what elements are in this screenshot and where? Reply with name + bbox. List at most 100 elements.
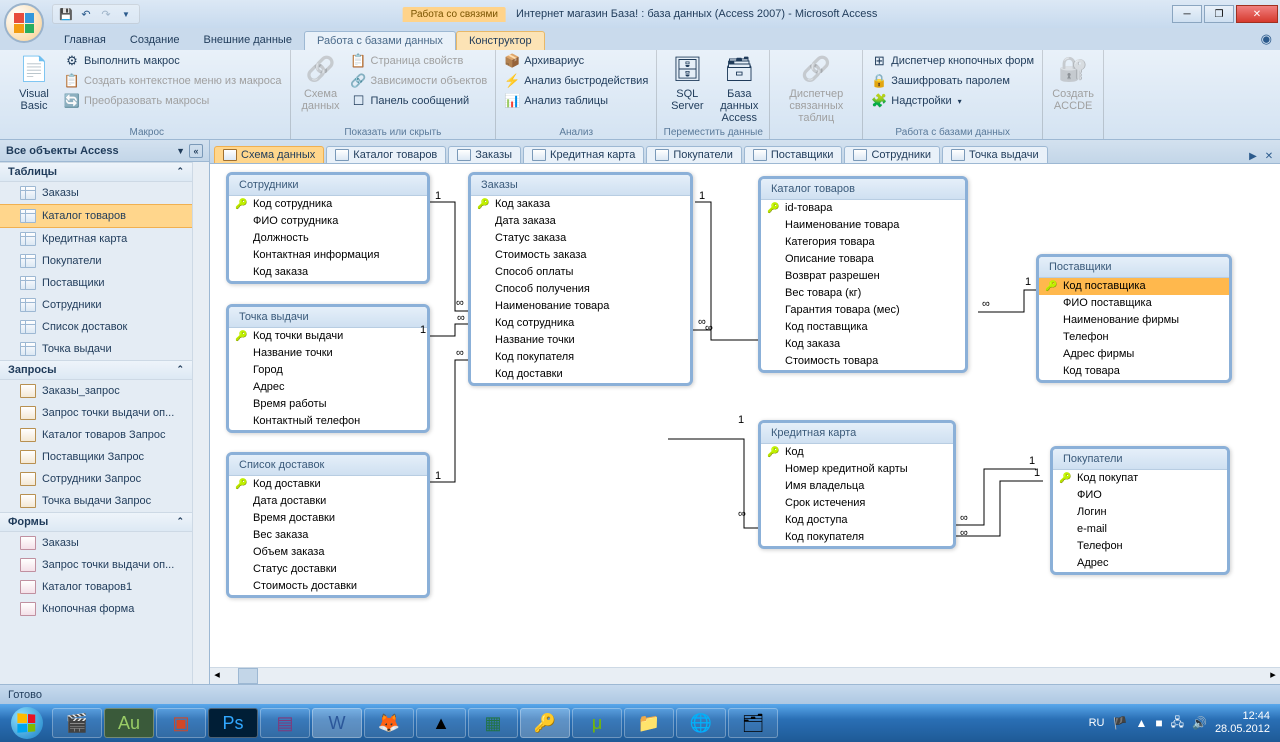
tab-scroll-icon[interactable]: ▶	[1246, 149, 1260, 163]
tray-clock[interactable]: 12:4428.05.2012	[1215, 710, 1270, 736]
nav-item[interactable]: Покупатели	[0, 250, 192, 272]
table-field[interactable]: Код доставки	[471, 366, 690, 383]
table-field[interactable]: Код	[761, 444, 953, 461]
table-field[interactable]: Возврат разрешен	[761, 268, 965, 285]
addins-button[interactable]: 🧩Надстройки▾	[869, 92, 1036, 110]
task-firefox[interactable]: 🦊	[364, 708, 414, 738]
tray-flag-icon[interactable]: 🏴	[1113, 716, 1128, 730]
table-field[interactable]: Адрес	[229, 379, 427, 396]
task-explorer[interactable]: 🗂	[728, 708, 778, 738]
table-field[interactable]: e-mail	[1053, 521, 1227, 538]
message-bar-button[interactable]: ☐Панель сообщений	[349, 92, 490, 110]
run-macro-button[interactable]: ⚙Выполнить макрос	[62, 52, 284, 70]
nav-item[interactable]: Точка выдачи	[0, 338, 192, 360]
table-field[interactable]: Логин	[1053, 504, 1227, 521]
table-field[interactable]: Имя владельца	[761, 478, 953, 495]
nav-item[interactable]: Сотрудники Запрос	[0, 468, 192, 490]
nav-item[interactable]: Каталог товаров	[0, 204, 192, 228]
task-powerpoint[interactable]: ▣	[156, 708, 206, 738]
table-field[interactable]: ФИО	[1053, 487, 1227, 504]
table-field[interactable]: Название точки	[471, 332, 690, 349]
linked-table-mgr-button[interactable]: 🔗Диспетчер связанных таблиц	[776, 52, 856, 137]
table-field[interactable]: Стоимость товара	[761, 353, 965, 370]
table-header[interactable]: Сотрудники	[229, 175, 427, 196]
switchboard-mgr-button[interactable]: ⊞Диспетчер кнопочных форм	[869, 52, 1036, 70]
schema-table[interactable]: Список доставокКод доставкиДата доставки…	[226, 452, 430, 598]
table-field[interactable]: Код покупат	[1053, 470, 1227, 487]
table-field[interactable]: Код поставщика	[761, 319, 965, 336]
documenter-button[interactable]: 📦Архивариус	[502, 52, 650, 70]
nav-group-header[interactable]: Формы⌃	[0, 512, 192, 532]
task-folder[interactable]: 📁	[624, 708, 674, 738]
task-excel[interactable]: ▦	[468, 708, 518, 738]
table-field[interactable]: Наименование фирмы	[1039, 312, 1229, 329]
nav-item[interactable]: Каталог товаров Запрос	[0, 424, 192, 446]
access-db-button[interactable]: 🗃База данных Access	[715, 52, 763, 126]
schema-table[interactable]: ЗаказыКод заказаДата заказаСтатус заказа…	[468, 172, 693, 386]
undo-icon[interactable]: ↶	[77, 5, 95, 23]
document-tab[interactable]: Покупатели	[646, 146, 742, 163]
lang-indicator[interactable]: RU	[1089, 717, 1105, 729]
sql-server-button[interactable]: 🗄SQL Server	[663, 52, 711, 126]
nav-item[interactable]: Точка выдачи Запрос	[0, 490, 192, 512]
nav-item[interactable]: Заказы	[0, 182, 192, 204]
task-chrome[interactable]: 🌐	[676, 708, 726, 738]
document-tab[interactable]: Поставщики	[744, 146, 843, 163]
nav-item[interactable]: Заказы	[0, 532, 192, 554]
object-deps-button[interactable]: 🔗Зависимости объектов	[349, 72, 490, 90]
table-header[interactable]: Список доставок	[229, 455, 427, 476]
task-photoshop[interactable]: Ps	[208, 708, 258, 738]
table-field[interactable]: Код сотрудника	[229, 196, 427, 213]
table-field[interactable]: Статус доставки	[229, 561, 427, 578]
relationships-button[interactable]: 🔗Схема данных	[297, 52, 345, 126]
document-tab[interactable]: Схема данных	[214, 146, 324, 163]
table-field[interactable]: id-товара	[761, 200, 965, 217]
table-field[interactable]: Код товара	[1039, 363, 1229, 380]
ribbon-tab[interactable]: Главная	[52, 31, 118, 50]
horizontal-scrollbar[interactable]: ◂▸	[210, 667, 1280, 684]
table-field[interactable]: Гарантия товара (мес)	[761, 302, 965, 319]
schema-table[interactable]: Кредитная картаКодНомер кредитной картыИ…	[758, 420, 956, 549]
nav-item[interactable]: Список доставок	[0, 316, 192, 338]
table-field[interactable]: Код сотрудника	[471, 315, 690, 332]
tray-vol-icon[interactable]: 🔊	[1192, 716, 1207, 730]
table-field[interactable]: Телефон	[1039, 329, 1229, 346]
tray-1-icon[interactable]: ■	[1155, 716, 1162, 730]
tray-up-icon[interactable]: ▲	[1135, 716, 1147, 730]
relationships-canvas[interactable]: СотрудникиКод сотрудникаФИО сотрудникаДо…	[210, 164, 1280, 667]
table-field[interactable]: Наименование товара	[471, 298, 690, 315]
document-tab[interactable]: Точка выдачи	[942, 146, 1048, 163]
table-field[interactable]: Телефон	[1053, 538, 1227, 555]
table-field[interactable]: Должность	[229, 230, 427, 247]
table-field[interactable]: Адрес фирмы	[1039, 346, 1229, 363]
table-field[interactable]: Стоимость заказа	[471, 247, 690, 264]
ribbon-tab[interactable]: Конструктор	[456, 31, 545, 50]
table-field[interactable]: Описание товара	[761, 251, 965, 268]
nav-item[interactable]: Кнопочная форма	[0, 598, 192, 620]
tray-net-icon[interactable]: 🖧	[1171, 713, 1184, 734]
table-field[interactable]: Стоимость доставки	[229, 578, 427, 595]
help-button[interactable]: ◉	[1261, 31, 1272, 47]
nav-scrollbar[interactable]	[192, 162, 209, 684]
table-field[interactable]: Город	[229, 362, 427, 379]
table-field[interactable]: Вес товара (кг)	[761, 285, 965, 302]
table-header[interactable]: Кредитная карта	[761, 423, 953, 444]
nav-item[interactable]: Каталог товаров1	[0, 576, 192, 598]
table-field[interactable]: Код точки выдачи	[229, 328, 427, 345]
table-field[interactable]: Код доставки	[229, 476, 427, 493]
nav-item[interactable]: Поставщики	[0, 272, 192, 294]
close-button[interactable]: ✕	[1236, 5, 1278, 23]
schema-table[interactable]: ПоставщикиКод поставщикаФИО поставщикаНа…	[1036, 254, 1232, 383]
context-menu-macro-button[interactable]: 📋Создать контекстное меню из макроса	[62, 72, 284, 90]
task-audition[interactable]: Au	[104, 708, 154, 738]
table-field[interactable]: Время доставки	[229, 510, 427, 527]
ribbon-tab[interactable]: Работа с базами данных	[304, 31, 456, 50]
nav-item[interactable]: Заказы_запрос	[0, 380, 192, 402]
task-access[interactable]: 🔑	[520, 708, 570, 738]
encrypt-password-button[interactable]: 🔒Зашифровать паролем	[869, 72, 1036, 90]
table-field[interactable]: ФИО поставщика	[1039, 295, 1229, 312]
schema-table[interactable]: Точка выдачиКод точки выдачиНазвание точ…	[226, 304, 430, 433]
convert-macros-button[interactable]: 🔄Преобразовать макросы	[62, 92, 284, 110]
nav-group-header[interactable]: Запросы⌃	[0, 360, 192, 380]
document-tab[interactable]: Кредитная карта	[523, 146, 644, 163]
